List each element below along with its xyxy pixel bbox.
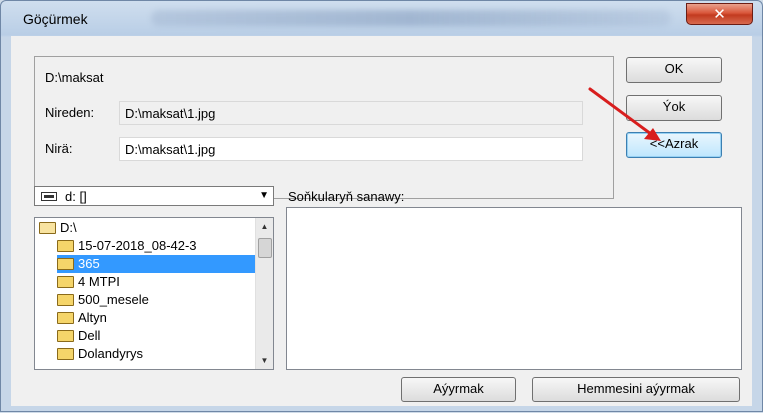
ok-button[interactable]: OK: [626, 57, 722, 83]
tree-item-selected[interactable]: 365: [57, 255, 255, 273]
folder-icon: [57, 348, 74, 360]
results-label: Soňkularyň sanawy:: [288, 189, 405, 204]
close-icon: ✕: [713, 5, 726, 23]
from-label: Nireden:: [45, 105, 95, 120]
remove-all-button[interactable]: Hemmesini aýyrmak: [532, 377, 740, 402]
folder-icon: [57, 258, 74, 270]
drive-label: d: []: [65, 189, 87, 204]
folder-icon: [57, 294, 74, 306]
folder-tree[interactable]: D:\ 15-07-2018_08-42-3 365 4 MTPI 500_me…: [34, 217, 274, 370]
info-group-box: [34, 56, 614, 199]
tree-item[interactable]: 4 MTPI: [57, 273, 120, 291]
close-button[interactable]: ✕: [686, 3, 753, 25]
scroll-thumb[interactable]: [258, 238, 272, 258]
tree-item[interactable]: 500_mesele: [57, 291, 149, 309]
tree-item-root[interactable]: D:\: [39, 219, 77, 237]
drive-icon: [41, 192, 57, 201]
folder-icon: [57, 276, 74, 288]
current-path-label: D:\maksat: [45, 70, 104, 85]
chevron-down-icon[interactable]: ▼: [259, 190, 269, 201]
dialog-body: D:\maksat Nireden: D:\maksat\1.jpg Nirä:…: [11, 36, 752, 406]
to-label: Nirä:: [45, 141, 73, 156]
tree-item[interactable]: Altyn: [57, 309, 107, 327]
open-folder-icon: [39, 222, 56, 234]
results-list[interactable]: [286, 207, 742, 370]
move-dialog: Göçürmek ✕ D:\maksat Nireden: D:\maksat\…: [0, 0, 763, 412]
tree-scrollbar[interactable]: ▲ ▼: [255, 218, 273, 369]
to-field[interactable]: D:\maksat\1.jpg: [119, 137, 583, 161]
scroll-down-icon[interactable]: ▼: [256, 352, 273, 369]
scroll-up-icon[interactable]: ▲: [256, 218, 273, 235]
folder-icon: [57, 312, 74, 324]
from-field: D:\maksat\1.jpg: [119, 101, 583, 125]
drive-select[interactable]: d: [] ▼: [34, 186, 274, 206]
folder-icon: [57, 240, 74, 252]
tree-item[interactable]: Dell: [57, 327, 100, 345]
remove-button[interactable]: Aýyrmak: [401, 377, 516, 402]
tree-item[interactable]: 15-07-2018_08-42-3: [57, 237, 197, 255]
blurred-title-region: [151, 10, 671, 26]
cancel-button[interactable]: Ýok: [626, 95, 722, 121]
window-title: Göçürmek: [23, 11, 88, 27]
tree-item[interactable]: Dolandyrys: [57, 345, 143, 363]
title-bar[interactable]: Göçürmek ✕: [1, 1, 762, 35]
folder-icon: [57, 330, 74, 342]
back-button[interactable]: <<Azrak: [626, 132, 722, 158]
